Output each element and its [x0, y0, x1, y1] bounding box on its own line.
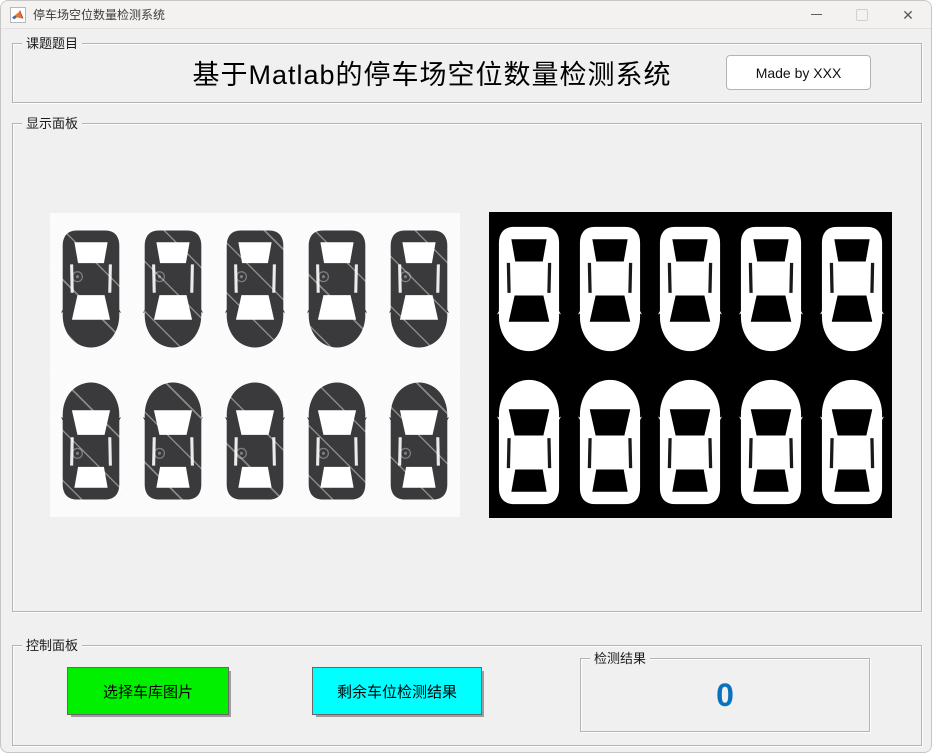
car-icon	[731, 365, 812, 518]
car-icon	[378, 213, 460, 365]
figure-client-area: 课题题目 基于Matlab的停车场空位数量检测系统 Made by XXX 显示…	[1, 29, 931, 752]
car-icon	[650, 212, 731, 365]
car-icon	[214, 213, 296, 365]
select-garage-image-button[interactable]: 选择车库图片	[67, 667, 229, 715]
panel-detection-result: 检测结果 0	[580, 650, 870, 732]
car-icon	[378, 365, 460, 517]
car-icon	[132, 365, 214, 517]
binary-parking-image	[489, 212, 892, 518]
car-icon	[296, 365, 378, 517]
maximize-icon	[856, 8, 868, 21]
car-icon	[570, 212, 651, 365]
car-icon	[811, 212, 892, 365]
close-icon: ✕	[902, 6, 914, 23]
car-icon	[214, 365, 296, 517]
minimize-button[interactable]	[793, 1, 839, 28]
panel-topic: 课题题目 基于Matlab的停车场空位数量检测系统 Made by XXX	[12, 35, 922, 103]
close-button[interactable]: ✕	[885, 1, 931, 28]
car-icon	[650, 365, 731, 518]
car-icon	[132, 213, 214, 365]
result-value: 0	[716, 676, 734, 713]
panel-topic-label: 课题题目	[22, 35, 83, 52]
made-by-button[interactable]: Made by XXX	[726, 55, 871, 90]
maximize-button[interactable]	[839, 1, 885, 28]
car-icon	[50, 213, 132, 365]
panel-display-label: 显示面板	[22, 115, 83, 132]
app-window: 停车场空位数量检测系统 ✕ 课题题目 基于Matlab的停车场空位数量检测系统 …	[0, 0, 932, 753]
car-icon	[811, 365, 892, 518]
panel-control-label: 控制面板	[22, 637, 83, 654]
original-parking-image	[50, 213, 460, 517]
minimize-icon	[810, 13, 822, 16]
car-icon	[570, 365, 651, 518]
car-icon	[731, 212, 812, 365]
car-icon	[296, 213, 378, 365]
title-bar: 停车场空位数量检测系统 ✕	[1, 1, 931, 29]
panel-control: 控制面板 选择车库图片 剩余车位检测结果 检测结果 0	[12, 637, 922, 746]
window-controls: ✕	[793, 1, 931, 28]
car-icon	[50, 365, 132, 517]
car-icon	[489, 212, 570, 365]
car-icon	[489, 365, 570, 518]
window-title: 停车场空位数量检测系统	[33, 8, 166, 22]
panel-display: 显示面板	[12, 115, 922, 612]
detect-remaining-spaces-button[interactable]: 剩余车位检测结果	[312, 667, 482, 715]
matlab-icon	[10, 6, 26, 23]
